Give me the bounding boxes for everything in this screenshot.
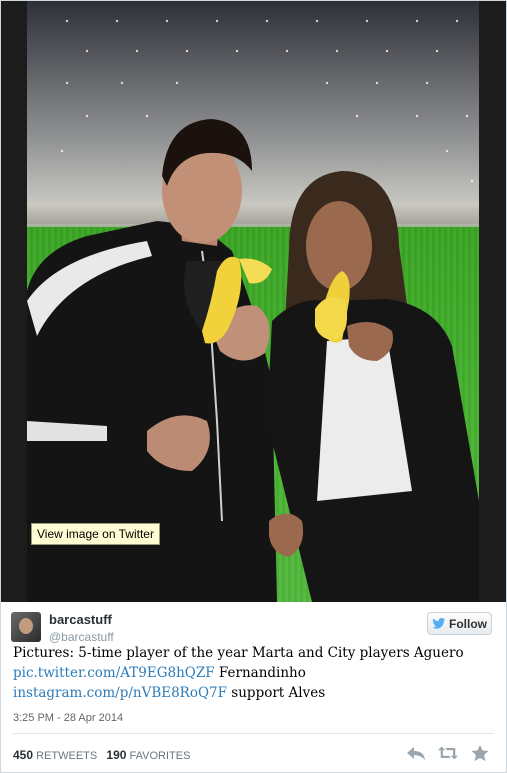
divider <box>13 733 494 734</box>
view-image-on-twitter-button[interactable]: View image on Twitter <box>31 523 160 545</box>
tweet-media[interactable]: View image on Twitter <box>1 1 506 602</box>
tweet-stats: 450 RETWEETS 190 FAVORITES <box>13 748 190 762</box>
tweet-link-instagram[interactable]: instagram.com/p/nVBE8RoQ7F <box>13 685 227 701</box>
favorites-stat[interactable]: 190 FAVORITES <box>106 748 191 762</box>
author-name[interactable]: barcastuff <box>49 612 112 627</box>
tweet-text-mid: Fernandinho <box>214 665 306 681</box>
follow-button[interactable]: Follow <box>427 612 492 635</box>
media-letterbox-left <box>1 1 27 602</box>
retweets-stat[interactable]: 450 RETWEETS <box>13 748 98 762</box>
tweet-actions <box>406 744 490 762</box>
tweet-text-prefix: Pictures: 5-time player of the year Mart… <box>13 645 464 661</box>
tweet-body: barcastuff @barcastuff Follow Pictures: … <box>1 603 506 772</box>
retweets-label: RETWEETS <box>36 750 98 762</box>
twitter-bird-icon <box>432 618 446 629</box>
author-handle[interactable]: @barcastuff <box>49 630 114 644</box>
retweet-icon[interactable] <box>438 744 458 762</box>
retweets-count: 450 <box>13 748 34 762</box>
follow-label: Follow <box>449 616 487 631</box>
tweet-photo[interactable] <box>27 1 479 602</box>
star-icon[interactable] <box>470 744 490 762</box>
tweet-link-pic-twitter[interactable]: pic.twitter.com/AT9EG8hQZF <box>13 665 215 681</box>
embedded-tweet-card: View image on Twitter barcastuff @barcas… <box>0 0 507 773</box>
tweet-text-suffix: support Alves <box>227 685 326 701</box>
tweet-text: Pictures: 5-time player of the year Mart… <box>13 643 493 703</box>
favorites-label: FAVORITES <box>129 750 191 762</box>
tweet-timestamp[interactable]: 3:25 PM - 28 Apr 2014 <box>13 712 123 724</box>
avatar-face <box>19 618 33 634</box>
reply-icon[interactable] <box>406 744 426 762</box>
photo-subjects <box>27 119 479 602</box>
media-letterbox-right <box>479 1 506 602</box>
favorites-count: 190 <box>106 748 127 762</box>
avatar[interactable] <box>11 612 41 642</box>
